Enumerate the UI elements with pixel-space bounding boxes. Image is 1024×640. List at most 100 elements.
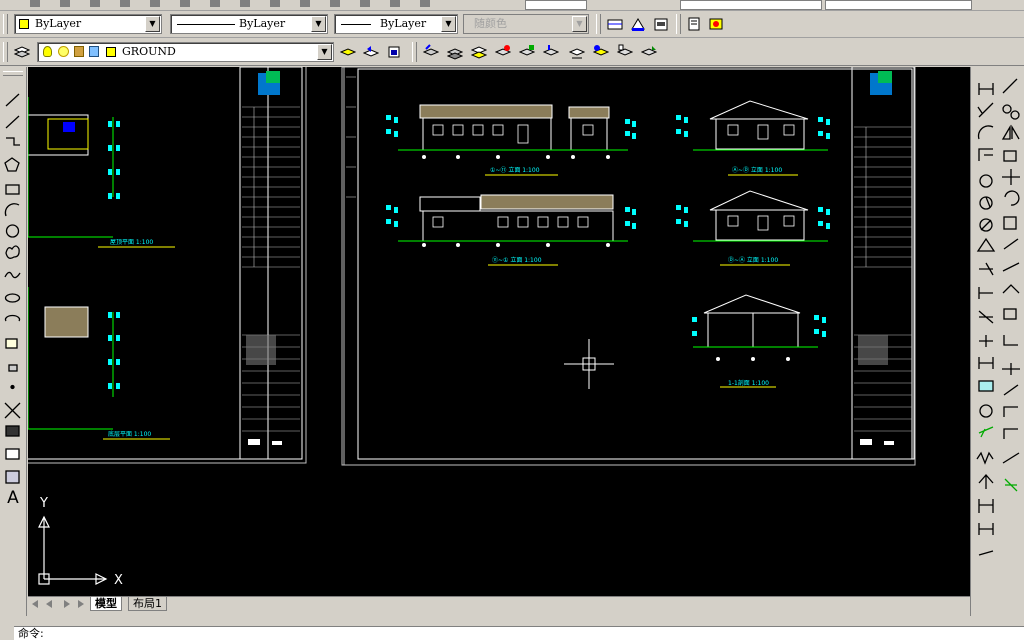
edit-hatch-icon[interactable]	[999, 465, 1021, 487]
toolbar-grip[interactable]	[676, 14, 681, 34]
table-style-icon[interactable]	[604, 13, 626, 35]
linetype-control-combo[interactable]: ByLayer ▼	[170, 14, 328, 34]
dimension-style-icon[interactable]	[975, 465, 997, 487]
hatch-tool-icon[interactable]	[2, 399, 24, 421]
gradient-tool-icon[interactable]	[2, 423, 24, 445]
explode-icon[interactable]	[999, 395, 1021, 417]
tab-nav-arrows[interactable]	[30, 599, 88, 609]
plot-icon[interactable]	[89, 46, 99, 57]
break-icon[interactable]	[999, 297, 1021, 319]
aligned-dimension-icon[interactable]	[975, 99, 997, 121]
layer-manager-icon[interactable]	[11, 41, 33, 63]
lineweight-control-combo[interactable]: ByLayer ▼	[334, 14, 458, 34]
baseline-dimension-icon[interactable]	[975, 277, 997, 299]
chevron-down-icon[interactable]: ▼	[145, 16, 160, 32]
layer-tool-7-icon[interactable]	[566, 41, 588, 63]
text-style-icon[interactable]	[650, 13, 672, 35]
chevron-down-icon[interactable]: ▼	[317, 44, 332, 60]
make-block-tool-icon[interactable]	[2, 351, 24, 373]
mirror-icon[interactable]	[999, 119, 1021, 141]
dimension-update-icon[interactable]	[975, 441, 997, 463]
copy-icon[interactable]	[999, 95, 1021, 117]
layer-tool-10-icon[interactable]	[638, 41, 660, 63]
dimension-tool-2-icon[interactable]	[975, 513, 997, 535]
chevron-down-icon[interactable]: ▼	[311, 16, 326, 32]
partial-combo-1[interactable]	[525, 0, 587, 10]
partial-combo-2[interactable]	[680, 0, 822, 10]
line-tool-icon[interactable]	[2, 87, 24, 109]
point-tool-icon[interactable]	[2, 373, 24, 395]
layer-tool-1-icon[interactable]	[420, 41, 442, 63]
toolbar-grip[interactable]	[3, 14, 8, 34]
lengthen-icon[interactable]	[999, 441, 1021, 463]
chamfer-icon[interactable]	[999, 349, 1021, 371]
arc-length-dimension-icon[interactable]	[975, 121, 997, 143]
region-tool-icon[interactable]	[2, 445, 24, 467]
dimension-tool-icon[interactable]	[975, 489, 997, 511]
radius-dimension-icon[interactable]	[975, 165, 997, 187]
spline-tool-icon[interactable]	[2, 263, 24, 285]
partial-combo-3[interactable]	[825, 0, 972, 10]
quick-dimension-icon[interactable]	[975, 253, 997, 275]
construction-line-tool-icon[interactable]	[2, 109, 24, 131]
polygon-tool-icon[interactable]	[2, 153, 24, 175]
tab-layout1[interactable]: 布局1	[128, 597, 167, 611]
lightbulb-icon[interactable]	[43, 46, 52, 57]
offset-icon[interactable]	[999, 143, 1021, 165]
tab-model[interactable]: 模型	[90, 597, 122, 611]
arc-tool-icon[interactable]	[2, 197, 24, 219]
layer-tool-3-icon[interactable]	[468, 41, 490, 63]
tolerance-icon[interactable]	[975, 347, 997, 369]
fillet-icon[interactable]	[999, 373, 1021, 395]
dimension-edit-icon[interactable]	[975, 393, 997, 415]
revcloud-tool-icon[interactable]	[2, 241, 24, 263]
table-tool-icon[interactable]	[2, 467, 24, 489]
layer-previous-icon[interactable]	[360, 41, 382, 63]
center-mark-icon[interactable]	[975, 369, 997, 391]
ellipse-arc-tool-icon[interactable]	[2, 307, 24, 329]
standard-toolbar-icons[interactable]	[0, 0, 470, 10]
layer-tool-5-icon[interactable]	[516, 41, 538, 63]
dim-style-icon[interactable]	[627, 13, 649, 35]
join-icon[interactable]	[999, 321, 1021, 343]
layer-tool-2-icon[interactable]	[444, 41, 466, 63]
toolbar-grip[interactable]	[412, 42, 417, 62]
stretch-icon[interactable]	[999, 231, 1021, 253]
ellipse-tool-icon[interactable]	[2, 285, 24, 307]
continue-dimension-icon[interactable]	[975, 301, 997, 323]
extend-icon[interactable]	[999, 275, 1021, 297]
toolbar-grip[interactable]	[596, 14, 601, 34]
insert-block-tool-icon[interactable]	[2, 329, 24, 351]
design-center-icon[interactable]	[705, 13, 727, 35]
properties-icon[interactable]	[683, 13, 705, 35]
layer-tool-4-icon[interactable]	[492, 41, 514, 63]
layer-tool-6-icon[interactable]	[540, 41, 562, 63]
linear-dimension-icon[interactable]	[975, 77, 997, 99]
make-object-layer-current-icon[interactable]	[337, 41, 359, 63]
layer-control-combo[interactable]: GROUND ▼	[37, 42, 334, 62]
command-line[interactable]: 命令:	[14, 626, 1024, 640]
scale-icon[interactable]	[999, 209, 1021, 231]
diameter-dimension-icon[interactable]	[975, 209, 997, 231]
layer-tool-8-icon[interactable]	[590, 41, 612, 63]
circle-tool-icon[interactable]	[2, 219, 24, 241]
rotate-icon[interactable]	[999, 187, 1021, 209]
dimension-text-edit-icon[interactable]	[975, 417, 997, 439]
trim-icon[interactable]	[999, 253, 1021, 275]
jogged-dimension-icon[interactable]	[975, 187, 997, 209]
move-icon[interactable]	[999, 165, 1021, 187]
layer-states-icon[interactable]	[383, 41, 405, 63]
sun-icon[interactable]	[58, 46, 69, 57]
multiline-text-tool-icon[interactable]: A	[2, 487, 24, 509]
toolbar-grip[interactable]	[3, 42, 8, 62]
dimension-tool-3-icon[interactable]	[975, 537, 997, 559]
quick-leader-icon[interactable]	[975, 325, 997, 347]
toolbar-grip[interactable]	[3, 71, 23, 76]
polyline-tool-icon[interactable]	[2, 131, 24, 153]
layer-tool-9-icon[interactable]	[614, 41, 636, 63]
lock-icon[interactable]	[74, 46, 84, 57]
drawing-canvas[interactable]: 屋顶平面 1:100 底层平面 1:100 ①~⑪ 立面 1:100 Ⓐ~Ⓓ 立…	[28, 67, 970, 596]
ordinate-dimension-icon[interactable]	[975, 143, 997, 165]
angular-dimension-icon[interactable]	[975, 231, 997, 253]
color-control-combo[interactable]: ByLayer ▼	[14, 14, 162, 34]
